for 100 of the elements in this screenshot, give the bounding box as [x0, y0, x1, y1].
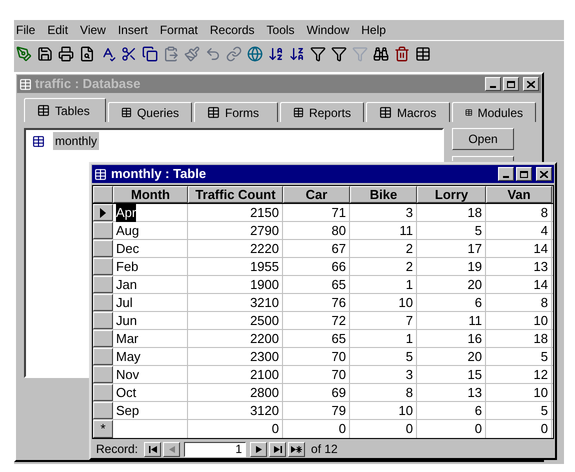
first-record-button[interactable]	[144, 442, 162, 456]
hyperlink-icon[interactable]	[226, 46, 242, 62]
table-cell-text: 8	[540, 204, 548, 222]
table-cell-text: 6	[474, 294, 482, 312]
table-cell-text: 0	[474, 420, 482, 438]
column-header[interactable]: Van	[486, 186, 552, 203]
table-cell-text: Jul	[116, 294, 133, 312]
window-title: traffic : Database	[35, 75, 140, 94]
menu-item[interactable]: Tools	[266, 21, 295, 39]
web-icon[interactable]	[247, 46, 263, 62]
table-cell-text: 17	[468, 240, 482, 258]
menu-item[interactable]: Records	[210, 21, 255, 39]
tab[interactable]: Macros	[366, 102, 450, 122]
right-arrow-icon	[256, 446, 262, 452]
new-record-marker: *	[100, 420, 106, 438]
row-selector[interactable]	[93, 366, 113, 383]
table-cell-text: 65	[332, 330, 346, 348]
close-icon	[540, 170, 548, 178]
open-button[interactable]: Open	[452, 128, 514, 150]
table-cell-text: Oct	[116, 384, 136, 402]
table-cell-text: Jan	[116, 276, 137, 294]
last-record-button[interactable]	[269, 442, 286, 456]
row-selector[interactable]	[93, 240, 113, 257]
menu-item[interactable]: Format	[160, 21, 198, 39]
database-window-icon[interactable]	[415, 46, 431, 62]
paste-icon[interactable]	[163, 46, 179, 62]
record-number-field[interactable]: 1	[184, 442, 246, 456]
format-painter-icon[interactable]	[184, 46, 200, 62]
delete-record-icon[interactable]	[394, 46, 410, 62]
row-selector[interactable]	[93, 402, 113, 419]
sort-descending-icon[interactable]	[289, 46, 305, 62]
menu-item[interactable]: Window	[306, 21, 350, 39]
table-cell-text: 0	[272, 420, 279, 438]
close-button[interactable]	[523, 77, 539, 91]
row-selector[interactable]	[93, 330, 113, 347]
row-selector[interactable]	[93, 312, 113, 329]
table-cell-text: 5	[406, 348, 413, 366]
new-record-icon	[291, 446, 302, 452]
filter-by-form-icon[interactable]	[331, 46, 347, 62]
minimize-button[interactable]	[498, 167, 514, 181]
save-icon[interactable]	[37, 46, 53, 62]
undo-icon[interactable]	[205, 46, 221, 62]
table-cell-text: 15	[468, 366, 482, 384]
new-record-button[interactable]	[288, 442, 306, 456]
filter-by-selection-icon[interactable]	[310, 46, 326, 62]
column-header[interactable]: Car	[283, 186, 350, 203]
sort-ascending-icon[interactable]	[268, 46, 284, 62]
menu-item[interactable]: Insert	[118, 21, 148, 39]
tab[interactable]: Queries	[108, 102, 192, 122]
table-cell-text: 7	[406, 312, 413, 330]
print-icon[interactable]	[58, 46, 74, 62]
new-row-selector[interactable]: *	[93, 420, 113, 438]
menu-item[interactable]: File	[16, 21, 36, 39]
table-cell-text: 1	[406, 276, 413, 294]
column-header[interactable]: Lorry	[417, 186, 486, 203]
close-icon	[527, 80, 535, 88]
menu-item[interactable]: View	[80, 21, 106, 39]
row-selector[interactable]	[93, 222, 113, 239]
table-cell-text: 71	[332, 204, 346, 222]
table-cell-text: 69	[332, 384, 346, 402]
tab[interactable]: Modules	[452, 102, 536, 122]
table-cell-text: 1955	[250, 258, 279, 276]
table-cell-text: 66	[332, 258, 346, 276]
find-icon[interactable]	[373, 46, 389, 62]
menu-item[interactable]: Edit	[47, 21, 68, 39]
row-selector[interactable]	[93, 348, 113, 365]
column-header[interactable]: Bike	[350, 186, 417, 203]
row-selector[interactable]	[93, 294, 113, 311]
tab[interactable]: Tables	[24, 98, 106, 122]
tab[interactable]: Forms	[194, 102, 278, 122]
row-selector[interactable]	[93, 204, 113, 221]
table-cell-text: 2220	[250, 240, 279, 258]
table-cell-text: 13	[468, 384, 482, 402]
copy-icon[interactable]	[142, 46, 158, 62]
row-selector[interactable]	[93, 258, 113, 275]
cut-icon[interactable]	[121, 46, 137, 62]
next-record-button[interactable]	[250, 442, 268, 456]
table-cell-text: Sep	[116, 402, 140, 420]
maximize-button[interactable]	[503, 77, 519, 91]
tab[interactable]: Reports	[280, 102, 364, 122]
table-list-item[interactable]: monthly	[53, 132, 100, 150]
maximize-button[interactable]	[516, 167, 532, 181]
table-cell-text: 2200	[250, 330, 279, 348]
table-cell-text: 18	[534, 330, 548, 348]
record-label: Record:	[96, 441, 138, 458]
row-selector[interactable]	[93, 276, 113, 293]
column-header[interactable]: Month	[113, 186, 188, 203]
tab-icon	[37, 104, 50, 117]
menu-item[interactable]: Help	[361, 21, 386, 39]
minimize-button[interactable]	[485, 77, 501, 91]
table-cell-text: 2	[406, 240, 413, 258]
row-selector[interactable]	[93, 384, 113, 401]
print-preview-icon[interactable]	[79, 46, 95, 62]
table-cell-text: Aug	[116, 222, 140, 240]
table-cell-text: 10	[398, 294, 413, 312]
table-cell-text: 72	[332, 312, 346, 330]
column-header[interactable]: Traffic Count	[188, 186, 283, 203]
close-button[interactable]	[536, 167, 552, 181]
previous-record-button[interactable]	[163, 442, 180, 456]
table-cell-text: 6	[474, 402, 482, 420]
